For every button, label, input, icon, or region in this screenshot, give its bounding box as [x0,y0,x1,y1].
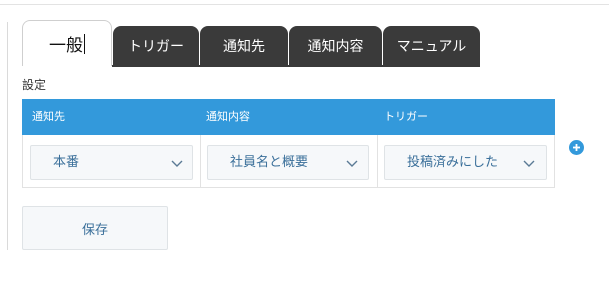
header-destination: 通知先 [32,110,65,123]
destination-select[interactable]: 本番 [30,145,193,180]
cell-divider [377,135,378,188]
text-cursor [84,33,85,54]
tab-trigger[interactable]: トリガー [113,26,199,66]
plus-circle-icon [573,144,580,151]
top-divider [0,4,609,5]
save-button[interactable]: 保存 [22,206,168,250]
save-button-label: 保存 [81,222,108,238]
chevron-down-icon [171,160,183,167]
trigger-select[interactable]: 投稿済みにした [384,145,547,180]
section-label: 設定 [22,78,47,92]
destination-value: 本番 [53,155,80,170]
tab-general[interactable]: 一般 [22,20,112,66]
tab-destination-label: 通知先 [223,39,265,55]
trigger-value: 投稿済みにした [407,155,499,170]
tab-content-label: 通知内容 [307,39,364,55]
header-trigger: トリガー [384,110,428,123]
table-header: 通知先 通知内容 トリガー [22,99,555,135]
chevron-down-icon [523,160,535,167]
tab-manual-label: マニュアル [396,39,467,55]
tab-content[interactable]: 通知内容 [289,26,382,66]
tab-manual[interactable]: マニュアル [383,26,480,66]
tab-trigger-label: トリガー [128,39,184,55]
add-row-button[interactable] [569,140,584,155]
left-divider [7,22,8,250]
content-value: 社員名と概要 [230,155,309,170]
content-select[interactable]: 社員名と概要 [207,145,369,180]
chevron-down-icon [346,160,358,167]
notification-table: 通知先 通知内容 トリガー 本番 社員名と概要 投稿済みにした [22,99,555,188]
tab-destination[interactable]: 通知先 [200,26,288,66]
header-content: 通知内容 [206,110,250,123]
cell-divider [200,135,201,188]
tab-general-label: 一般 [49,36,83,56]
